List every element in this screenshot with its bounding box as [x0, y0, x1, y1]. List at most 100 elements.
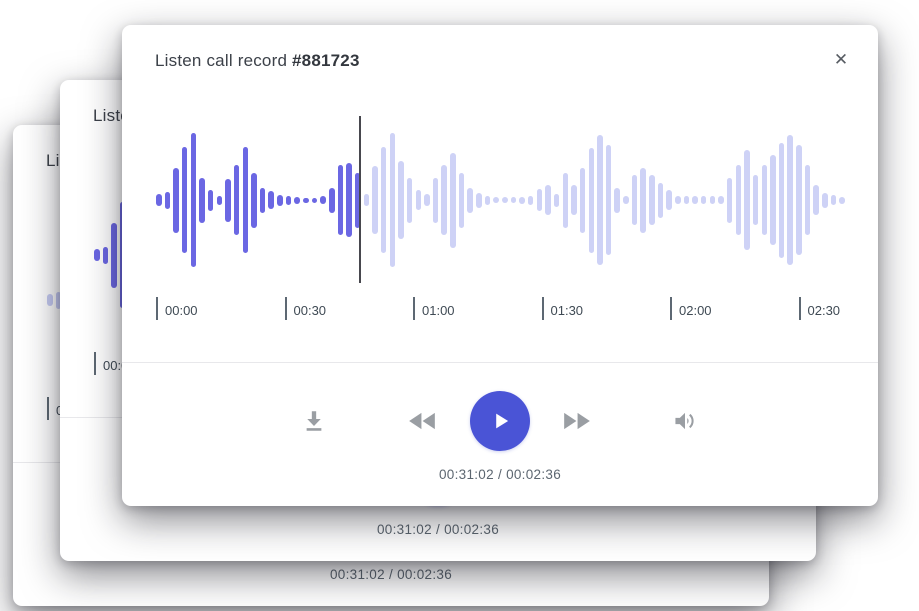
tick-label: 01:30: [551, 303, 584, 318]
tick-label: 00:30: [294, 303, 327, 318]
waveform-bar-upcoming: [779, 143, 785, 258]
waveform-bar-played: [225, 179, 231, 222]
waveform-bar-upcoming: [822, 193, 828, 208]
waveform-bar-upcoming: [640, 168, 646, 233]
waveform-bar-played: [243, 147, 249, 253]
time-display: 00:31:02 / 00:02:36: [122, 467, 878, 482]
waveform-bar-played: [251, 173, 257, 228]
waveform-bar-upcoming: [813, 185, 819, 215]
waveform-bar-upcoming: [658, 183, 664, 218]
waveform-bar-played: [47, 294, 53, 306]
waveform-bar-upcoming: [554, 194, 560, 207]
dialog-title-text: Listen call record: [155, 51, 292, 70]
waveform-bar-upcoming: [649, 175, 655, 225]
rewind-button[interactable]: [408, 412, 436, 430]
waveform-bar-upcoming: [597, 135, 603, 265]
waveform-bar-upcoming: [372, 166, 378, 234]
rewind-icon: [408, 412, 436, 430]
fast-forward-button[interactable]: [563, 412, 591, 430]
waveform-bar-played: [260, 188, 266, 213]
waveform-bar-upcoming: [606, 145, 612, 255]
waveform-bar-upcoming: [736, 165, 742, 235]
waveform-bar-upcoming: [753, 175, 759, 225]
dialog-record-number: #881723: [292, 51, 360, 70]
tick-mark: [542, 297, 544, 320]
waveform-bar-played: [111, 223, 117, 288]
waveform-bar-upcoming: [744, 150, 750, 250]
waveform-bar-upcoming: [398, 161, 404, 239]
tick-mark: [94, 352, 96, 375]
tick-label: 02:00: [679, 303, 712, 318]
play-button[interactable]: [470, 391, 530, 451]
playhead-cursor[interactable]: [359, 116, 361, 283]
waveform-bar-upcoming: [632, 175, 638, 225]
waveform-bar-upcoming: [528, 196, 534, 205]
waveform-bar-upcoming: [563, 173, 569, 228]
waveform[interactable]: [122, 116, 878, 284]
volume-button[interactable]: [672, 408, 699, 435]
waveform-bar-upcoming: [762, 165, 768, 235]
waveform-bar-upcoming: [537, 189, 543, 211]
waveform-bar-played: [234, 165, 240, 235]
waveform-bar-played: [329, 188, 335, 213]
waveform-bar-upcoming: [433, 178, 439, 223]
waveform-bar-played: [182, 147, 188, 253]
waveform-bar-upcoming: [805, 165, 811, 235]
waveform-bar-played: [94, 249, 100, 261]
play-circle[interactable]: [470, 391, 530, 451]
waveform-bar-upcoming: [381, 147, 387, 253]
waveform-bar-upcoming: [623, 196, 629, 204]
tick-mark: [670, 297, 672, 320]
tick-mark: [47, 397, 49, 420]
waveform-bar-upcoming: [770, 155, 776, 245]
waveform-bar-played: [277, 195, 283, 206]
time-display: 00:31:02 / 00:02:36: [13, 567, 769, 582]
waveform-bar-upcoming: [571, 185, 577, 215]
waveform-bar-upcoming: [450, 153, 456, 248]
waveform-bar-played: [286, 196, 292, 205]
waveform-bar-played: [312, 198, 318, 203]
tick-mark: [413, 297, 415, 320]
waveform-bar-upcoming: [839, 197, 845, 204]
waveform-bar-upcoming: [502, 197, 508, 203]
waveform-bar-upcoming: [441, 165, 447, 235]
waveform-bar-upcoming: [675, 196, 681, 204]
waveform-bar-played: [165, 192, 171, 209]
waveform-bar-played: [191, 133, 197, 267]
waveform-bar-played: [199, 178, 205, 223]
waveform-bar-upcoming: [545, 185, 551, 215]
dialog-title: Listen call record #881723: [155, 51, 360, 71]
fast-forward-icon: [563, 412, 591, 430]
waveform-bar-played: [303, 198, 309, 203]
call-record-dialog: Listen call record #881723 ✕ 00:0000:300…: [122, 25, 878, 506]
waveform-bar-played: [173, 168, 179, 233]
tick-mark: [799, 297, 801, 320]
tick-label: 01:00: [422, 303, 455, 318]
waveform-bar-upcoming: [787, 135, 793, 265]
waveform-bar-upcoming: [407, 178, 413, 223]
waveform-bar-upcoming: [684, 196, 690, 204]
waveform-bar-upcoming: [666, 190, 672, 210]
tick-mark: [285, 297, 287, 320]
play-icon: [487, 408, 513, 434]
waveform-bar-upcoming: [710, 196, 716, 204]
dialog-stack: Listen call record #881723 ✕ 00:0000:300…: [0, 0, 919, 611]
waveform-bar-upcoming: [476, 193, 482, 208]
close-icon[interactable]: ✕: [830, 49, 852, 71]
waveform-bar-upcoming: [831, 195, 837, 205]
waveform-bar-upcoming: [589, 148, 595, 253]
waveform-bar-played: [208, 190, 214, 211]
waveform-bar-upcoming: [493, 197, 499, 203]
waveform-bar-upcoming: [467, 188, 473, 213]
download-button[interactable]: [301, 406, 327, 436]
waveform-bar-upcoming: [718, 196, 724, 204]
tick-mark: [156, 297, 158, 320]
waveform-bar-upcoming: [459, 173, 465, 228]
waveform-bar-played: [217, 196, 223, 205]
waveform-bar-upcoming: [701, 196, 707, 204]
waveform-bar-upcoming: [580, 168, 586, 233]
waveform-bar-upcoming: [796, 145, 802, 255]
waveform-bar-upcoming: [390, 133, 396, 267]
waveform-bar-played: [346, 163, 352, 237]
waveform-bar-upcoming: [614, 188, 620, 213]
